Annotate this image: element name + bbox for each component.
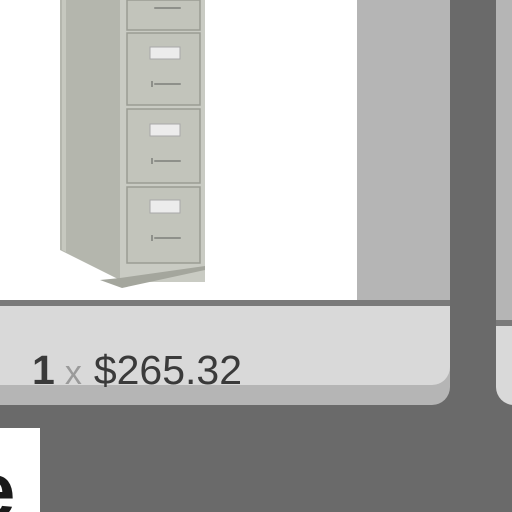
product-image[interactable] (0, 0, 357, 300)
price-bar (496, 326, 512, 405)
quantity: 1 (32, 347, 55, 393)
next-card-title: e (0, 450, 15, 512)
adjacent-product-card[interactable] (496, 0, 512, 405)
page: 1x $265.32 e (0, 0, 512, 512)
filing-cabinet-icon (60, 0, 205, 288)
next-product-card[interactable]: e (0, 428, 40, 512)
product-card[interactable] (0, 0, 450, 405)
price-line: 1 x $265.32 (32, 347, 242, 396)
price: $265.32 (93, 347, 243, 393)
multiply-sign: x (64, 354, 82, 392)
